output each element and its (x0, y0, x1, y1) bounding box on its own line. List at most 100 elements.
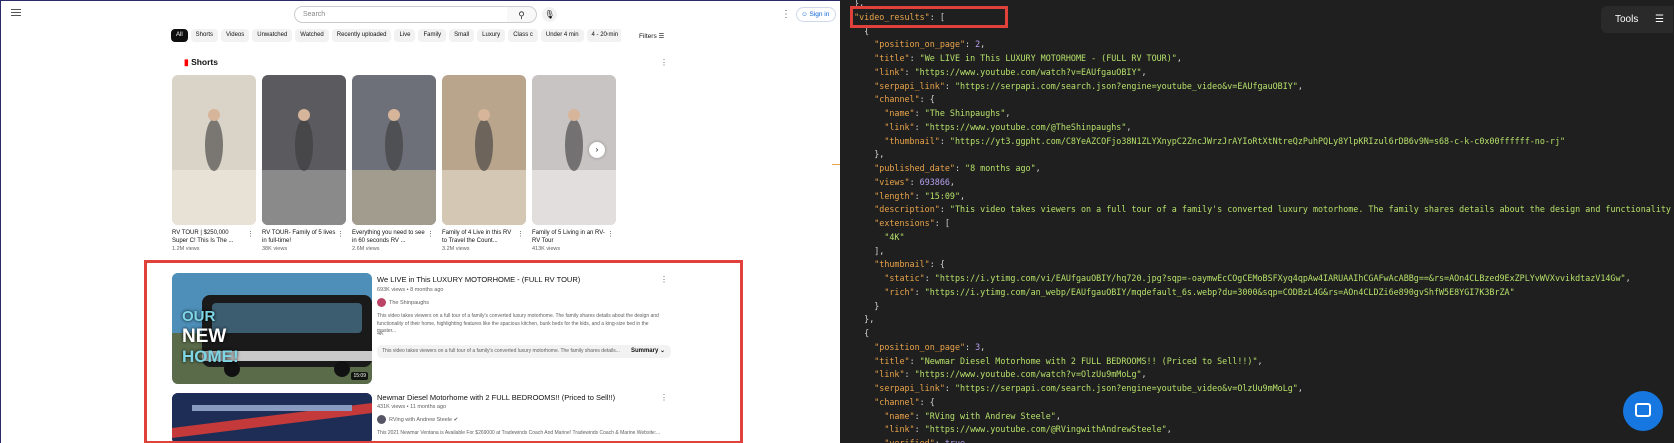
json-token: , (949, 176, 955, 187)
json-token: "position_on_page" (874, 341, 966, 352)
json-token: : (924, 273, 935, 283)
json-token: : (944, 80, 955, 91)
json-token: : (965, 341, 976, 352)
json-line: "channel": { (844, 396, 1674, 410)
short-thumbnail[interactable] (352, 75, 436, 225)
video-results-highlight (144, 260, 743, 443)
json-token: "position_on_page" (874, 39, 966, 50)
json-token: "https://serpapi.com/search.json?engine=… (954, 80, 1298, 91)
json-line: "views": 693866, (844, 176, 1674, 190)
json-line: "link": "https://www.youtube.com/watch?v… (844, 66, 1674, 80)
filter-chip[interactable]: 4 - 20 min (586, 29, 621, 42)
json-token: "name" (884, 410, 915, 421)
json-line: "link": "https://www.youtube.com/watch?v… (844, 368, 1674, 382)
json-token: , (965, 438, 971, 443)
short-title[interactable]: Everything you need to see in 60 seconds… (352, 229, 426, 245)
json-token: "extensions" (874, 218, 935, 228)
filter-chip[interactable]: Luxury (477, 29, 506, 42)
json-token: : { (919, 396, 935, 407)
short-thumbnail-image (352, 75, 436, 225)
settings-kebab-icon[interactable]: ⋮ (781, 9, 791, 20)
json-line: "link": "https://www.youtube.com/@RVingw… (844, 423, 1674, 437)
chat-launcher-button[interactable] (1623, 391, 1663, 431)
short-menu-icon[interactable]: ⋮ (427, 230, 434, 238)
json-line: "position_on_page": 2, (844, 38, 1674, 52)
short-card[interactable]: Family of 5 Living in an RV- RV Tour 413K… (532, 75, 616, 252)
short-title[interactable]: Family of 4 Live in this RV to Travel th… (442, 229, 516, 245)
json-token: : (909, 53, 920, 63)
json-token: "https://www.youtube.com/watch?v=EAUfgau… (914, 66, 1142, 77)
short-menu-icon[interactable]: ⋮ (517, 230, 524, 238)
json-token: : (944, 383, 955, 393)
shorts-next-button[interactable]: › (589, 142, 605, 158)
json-line: "description": "This video takes viewers… (844, 203, 1674, 217)
json-token: "channel" (874, 94, 920, 105)
json-token: : { (929, 259, 945, 270)
chip-next-arrow-icon[interactable]: › (606, 31, 608, 38)
json-token: "title" (874, 355, 910, 366)
short-menu-icon[interactable]: ⋮ (607, 230, 614, 238)
short-title[interactable]: RV TOUR- Family of 5 lives in full-time! (262, 229, 336, 245)
short-title[interactable]: RV TOUR | $250,000 Super C! This Is The … (172, 229, 246, 245)
mic-icon[interactable]: 🎙 (542, 7, 557, 22)
json-token: : (934, 438, 945, 443)
filter-chip[interactable]: Videos (221, 29, 250, 42)
json-token: : (939, 204, 950, 215)
short-menu-icon[interactable]: ⋮ (337, 230, 344, 238)
json-token: , (1126, 121, 1132, 132)
sign-in-button[interactable]: ☺ Sign in (796, 7, 836, 22)
short-thumbnail[interactable] (172, 75, 256, 225)
json-token: , (1055, 410, 1061, 421)
short-card[interactable]: Family of 4 Live in this RV to Travel th… (442, 75, 526, 252)
search-button[interactable]: ⚲ (507, 6, 537, 23)
json-token: "15:09" (924, 190, 960, 201)
json-token: , (980, 39, 986, 50)
json-line: "rich": "https://i.ytimg.com/an_webp/EAU… (844, 286, 1674, 300)
filter-chip[interactable]: Shorts (190, 29, 219, 42)
filter-chip[interactable]: Live (394, 29, 416, 42)
filter-chip[interactable]: Small (449, 29, 475, 42)
filter-chip[interactable]: Under 4 min (540, 29, 584, 42)
short-title[interactable]: Family of 5 Living in an RV- RV Tour (532, 229, 606, 245)
shorts-title-text: Shorts (191, 57, 218, 67)
short-card[interactable]: RV TOUR | $250,000 Super C! This Is The … (172, 75, 256, 252)
json-token: true (944, 438, 966, 443)
filter-chip[interactable]: Recently uploaded (331, 29, 392, 42)
json-token: , (1625, 273, 1631, 283)
json-line: "title": "Newmar Diesel Motorhome with 2… (844, 355, 1674, 369)
menu-icon[interactable] (11, 9, 21, 17)
short-card[interactable]: RV TOUR- Family of 5 lives in full-time!… (262, 75, 346, 252)
tools-button[interactable]: Tools ☰ (1601, 6, 1673, 33)
short-menu-icon[interactable]: ⋮ (247, 230, 254, 238)
json-token: , (1176, 53, 1182, 63)
json-token: : (904, 369, 915, 380)
json-token: , (1166, 424, 1172, 435)
search-input[interactable]: Search (294, 6, 508, 23)
short-card[interactable]: Everything you need to see in 60 seconds… (352, 75, 436, 252)
filter-chip[interactable]: Unwatched (252, 29, 293, 42)
filter-chip[interactable]: All (171, 29, 188, 42)
shorts-menu-icon[interactable]: ⋮ (660, 58, 668, 67)
short-thumbnail[interactable] (262, 75, 346, 225)
json-token: "link" (884, 424, 915, 435)
screen: Search ⚲ 🎙 ⋮ ☺ Sign in All Shorts Videos Un… (0, 0, 1674, 443)
filter-chip[interactable]: Watched (295, 29, 329, 42)
filter-chip[interactable]: Class c (508, 29, 538, 42)
json-token: "This video takes viewers on a full tour… (949, 204, 1674, 215)
short-thumbnail[interactable] (442, 75, 526, 225)
splitter-handle[interactable] (832, 164, 840, 165)
filter-chip[interactable]: Family (418, 29, 447, 42)
json-token: "channel" (874, 396, 920, 407)
json-token: , (960, 190, 966, 201)
json-token: : (954, 163, 966, 173)
filters-button[interactable]: Filters ☰ (639, 32, 664, 40)
shorts-heading: ▮ Shorts (184, 57, 218, 68)
json-token: : (909, 355, 920, 366)
